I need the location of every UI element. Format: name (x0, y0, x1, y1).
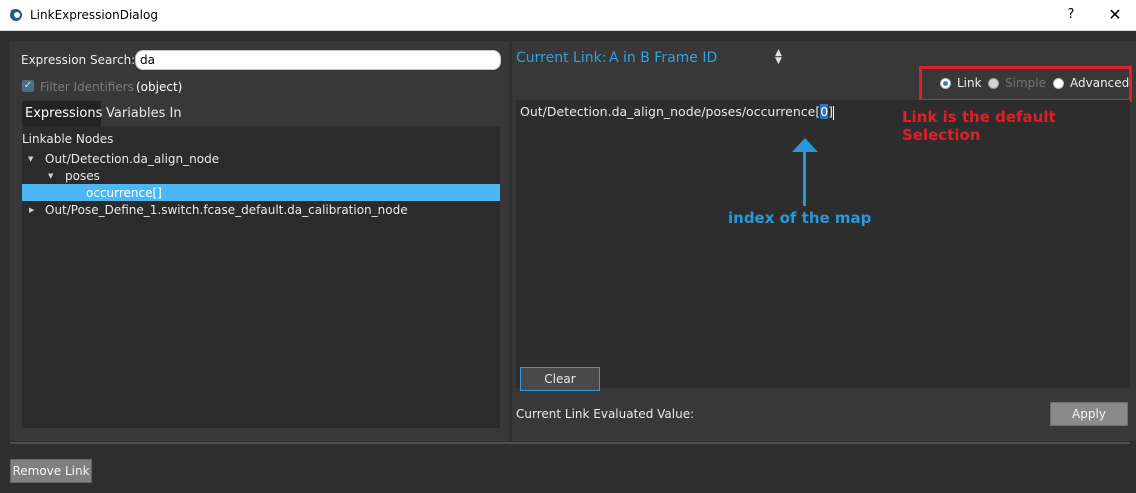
tree-row-label: occurrence[] (86, 186, 162, 200)
expand-right-icon[interactable]: ▶ (29, 202, 34, 219)
current-link-label: Current Link: (516, 50, 607, 66)
tab-expressions[interactable]: Expressions (22, 101, 102, 126)
divider (10, 442, 1130, 444)
object-type-label: (object) (136, 80, 183, 94)
apply-button[interactable]: Apply (1050, 402, 1128, 426)
tree-row[interactable]: ▼ poses (46, 168, 100, 185)
expand-down-icon[interactable]: ▼ (28, 151, 33, 168)
tree-row[interactable]: ▶ Out/Pose_Define_1.switch.fcase_default… (26, 202, 408, 219)
tree-row-label: poses (65, 169, 100, 183)
expression-prefix: Out/Detection.da_align_node/poses/occurr… (520, 104, 821, 119)
tree-header: Linkable Nodes (22, 132, 114, 146)
tree-row-label: Out/Detection.da_align_node (45, 152, 220, 166)
window-title: LinkExpressionDialog (30, 8, 158, 22)
clear-button[interactable]: Clear (520, 367, 600, 391)
app-logo-icon (10, 9, 22, 21)
annotation-default-selection: Link is the default Selection (902, 108, 1056, 144)
expression-highlight: 0 (820, 104, 829, 119)
expression-search-label: Expression Search: (21, 53, 136, 67)
select-arrows-icon[interactable]: ▲ ▼ (775, 49, 782, 66)
close-button[interactable]: ✕ (1100, 4, 1130, 26)
help-button[interactable]: ? (1058, 4, 1084, 26)
filter-identifiers-label: Filter Identifiers (40, 80, 134, 94)
tree-row-label: Out/Pose_Define_1.switch.fcase_default.d… (45, 203, 408, 217)
filter-identifiers-checkbox[interactable]: ✓ (22, 80, 34, 92)
remove-link-button[interactable]: Remove Link (10, 459, 92, 483)
annotation-map-index: index of the map (728, 209, 872, 227)
expand-down-icon[interactable]: ▼ (48, 168, 53, 185)
up-arrow-icon (792, 138, 818, 206)
expression-text[interactable]: Out/Detection.da_align_node/poses/occurr… (520, 104, 835, 120)
expression-search-input[interactable] (135, 50, 501, 70)
annotation-highlight-box (919, 66, 1132, 102)
title-bar (0, 0, 1136, 31)
tab-variables-in[interactable]: Variables In (103, 101, 189, 126)
evaluated-value-label: Current Link Evaluated Value: (516, 407, 695, 421)
text-cursor (833, 105, 835, 120)
tree-row-selected[interactable]: occurrence[] (86, 185, 162, 202)
tree-row[interactable]: ▼ Out/Detection.da_align_node (26, 151, 219, 168)
current-link-select[interactable]: A in B Frame ID (609, 50, 785, 68)
